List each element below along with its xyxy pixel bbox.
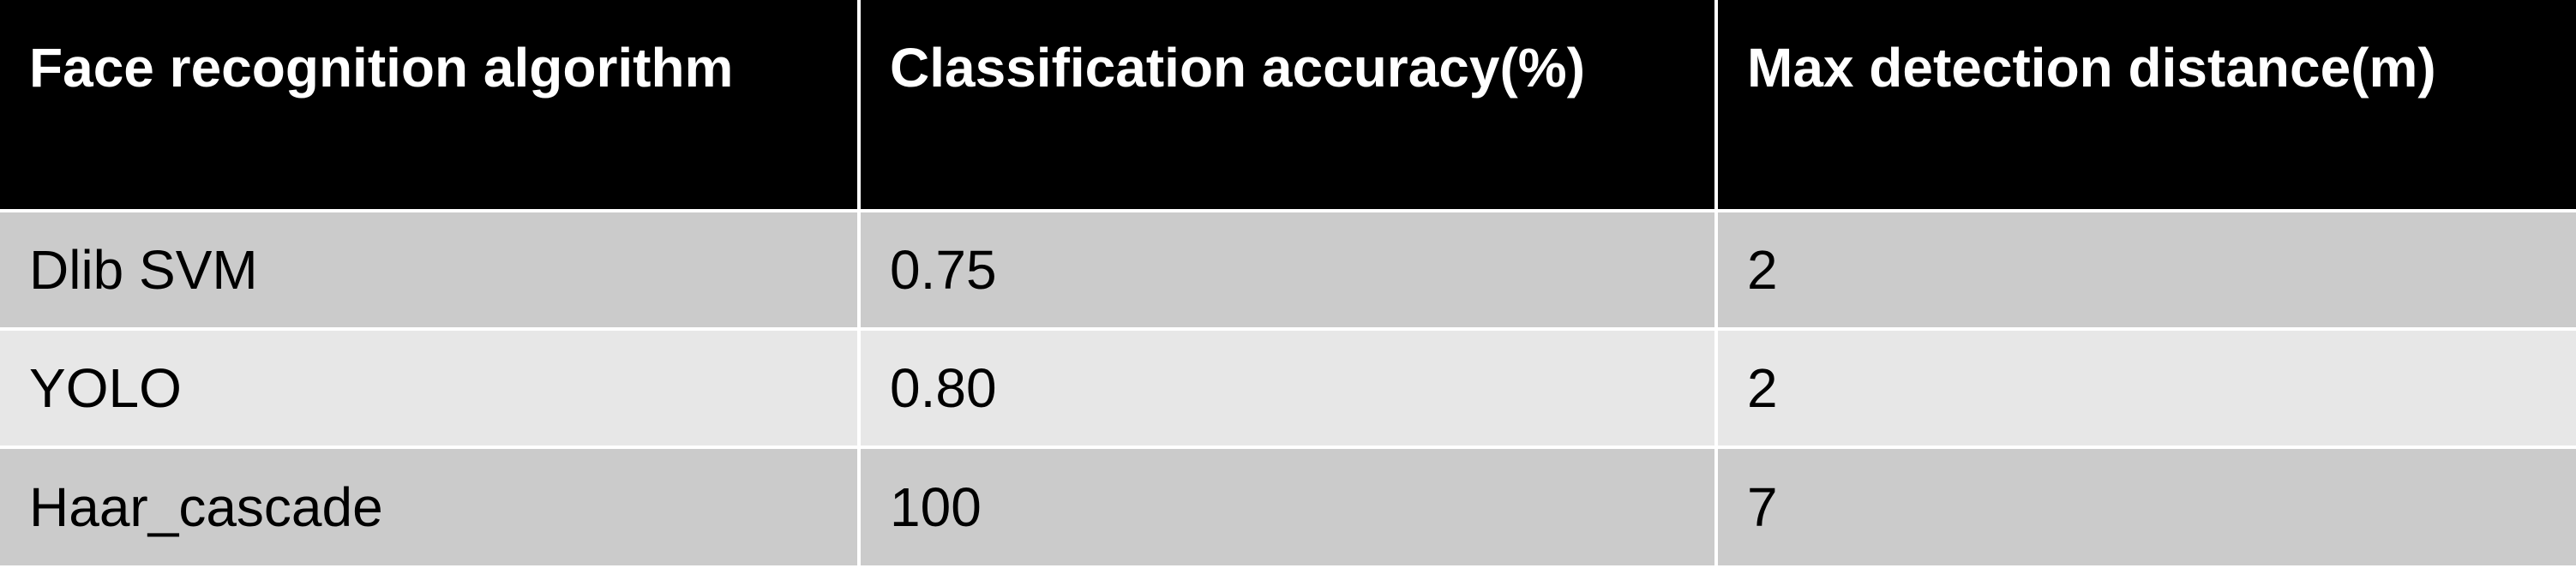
table-row: YOLO 0.80 2: [0, 327, 2576, 449]
header-row: Face recognition algorithm Classificatio…: [0, 0, 2576, 212]
table-body: Dlib SVM 0.75 2 YOLO 0.80 2 Haar_cascade…: [0, 209, 2576, 565]
header-cell-distance: Max detection distance(m): [1714, 0, 2576, 212]
header-cell-algorithm: Face recognition algorithm: [0, 0, 861, 212]
cell-algorithm: YOLO: [0, 327, 861, 449]
cell-distance: 2: [1714, 327, 2576, 449]
cell-distance: 2: [1714, 209, 2576, 331]
table-header: Face recognition algorithm Classificatio…: [0, 0, 2576, 212]
cell-distance: 7: [1714, 445, 2576, 565]
cell-algorithm: Dlib SVM: [0, 209, 861, 331]
table-row: Haar_cascade 100 7: [0, 445, 2576, 565]
cell-accuracy: 100: [857, 445, 1718, 565]
cell-algorithm: Haar_cascade: [0, 445, 861, 565]
cell-accuracy: 0.75: [857, 209, 1718, 331]
header-cell-accuracy: Classification accuracy(%): [857, 0, 1718, 212]
algorithm-comparison-table: Face recognition algorithm Classificatio…: [0, 0, 2576, 565]
comparison-table-container: Face recognition algorithm Classificatio…: [0, 0, 2576, 565]
table-row: Dlib SVM 0.75 2: [0, 209, 2576, 331]
cell-accuracy: 0.80: [857, 327, 1718, 449]
